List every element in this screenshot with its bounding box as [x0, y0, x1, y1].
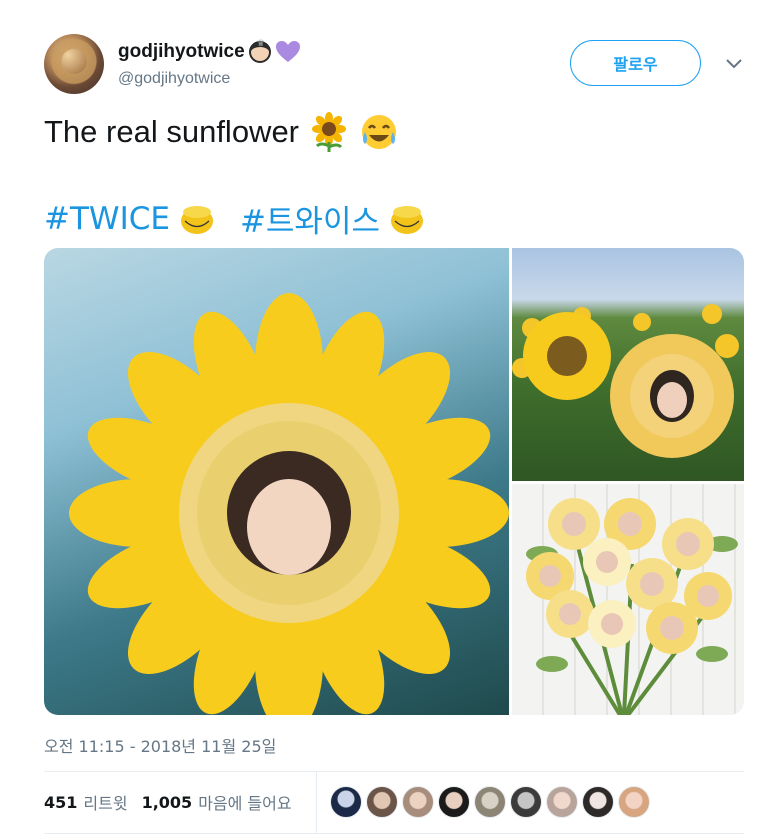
- liker-avatar[interactable]: [582, 786, 614, 818]
- stats-separator: [316, 771, 317, 833]
- twice-hashflag-icon: [180, 205, 213, 234]
- divider-bottom: [44, 833, 744, 834]
- photo-sunflower-closeup[interactable]: [44, 248, 509, 715]
- tweet-timestamp[interactable]: 오전 11:15 - 2018년 11월 25일: [44, 733, 276, 757]
- user-handle[interactable]: @godjihyotwice: [118, 70, 230, 88]
- liker-avatar[interactable]: [366, 786, 398, 818]
- liker-avatar[interactable]: [330, 786, 362, 818]
- liker-avatar[interactable]: [546, 786, 578, 818]
- hashtags-row: #TWICE #트와이스: [44, 196, 426, 241]
- woman-with-crown-emoji-icon: ♛: [248, 38, 271, 63]
- tweet-stats: 451 리트윗 1,005 마음에 들어요: [44, 786, 292, 818]
- liker-avatars: [330, 786, 650, 818]
- purple-heart-emoji-icon: [275, 41, 300, 62]
- hashtag-twice[interactable]: #TWICE: [44, 201, 170, 237]
- liker-avatar[interactable]: [438, 786, 470, 818]
- twice-hashflag-icon: [391, 205, 423, 234]
- retweet-count[interactable]: 451: [44, 793, 77, 812]
- chevron-down-icon[interactable]: [724, 56, 744, 70]
- liker-avatar[interactable]: [618, 786, 650, 818]
- photo-sunflower-field[interactable]: [512, 248, 744, 481]
- liker-avatar[interactable]: [474, 786, 506, 818]
- tweet-text-row: The real sunflower: [44, 112, 399, 152]
- divider-top: [44, 771, 744, 772]
- tweet-text: The real sunflower: [44, 114, 300, 149]
- follow-button[interactable]: 팔로우: [570, 40, 701, 86]
- liker-avatar[interactable]: [510, 786, 542, 818]
- sunflower-emoji-icon: [312, 112, 347, 152]
- display-name[interactable]: godjihyotwice: [118, 41, 245, 63]
- retweet-label[interactable]: 리트윗: [83, 790, 127, 814]
- photo-sunflower-bouquet[interactable]: [512, 484, 744, 715]
- display-name-row[interactable]: godjihyotwice ♛: [118, 38, 301, 64]
- user-avatar[interactable]: [44, 34, 104, 94]
- hashtag-twice-korean[interactable]: #트와이스: [240, 196, 380, 241]
- like-label[interactable]: 마음에 들어요: [198, 790, 291, 814]
- liker-avatar[interactable]: [402, 786, 434, 818]
- like-count[interactable]: 1,005: [142, 793, 193, 812]
- media-grid: [44, 248, 744, 715]
- tears-of-joy-emoji-icon: [362, 115, 397, 149]
- tweet-header: godjihyotwice ♛ @godjihyotwice 팔로우: [44, 34, 754, 98]
